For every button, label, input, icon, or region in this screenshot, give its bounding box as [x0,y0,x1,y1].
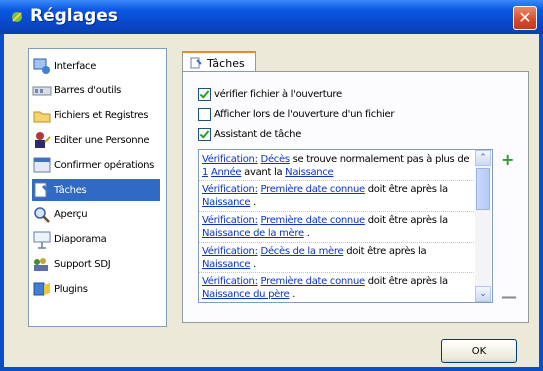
ok-button[interactable]: OK [441,339,517,363]
sidebar-item-taches[interactable]: Tâches [32,179,160,201]
tab-taches[interactable]: Tâches [182,51,256,73]
rule-text: . [250,259,256,270]
support-icon [32,254,52,274]
sidebar-item-diaporama[interactable]: Diaporama [32,229,160,251]
rule-kind-link[interactable]: Vérification: [202,215,258,226]
remove-rule-button[interactable]: — [501,287,517,306]
sidebar-item-label: Diaporama [54,234,107,246]
rule-param-link[interactable]: Année [211,167,242,178]
rule-param-link[interactable]: Décès [261,154,291,165]
rule-param-link[interactable]: Naissance [202,197,251,208]
sidebar-item-label: Editer une Personne [54,134,150,146]
leaf-icon [12,12,22,22]
rule-divider [199,211,474,212]
window-title: Réglages [30,6,118,26]
rule-param-link[interactable]: Première date connue [261,276,366,287]
rule-item[interactable]: Vérification: Première date connue doit … [202,214,472,240]
rule-text: doit être après la [364,215,448,226]
rule-param-link[interactable]: Décès de la mère [261,246,344,257]
plugins-icon [32,279,52,299]
scroll-up-button[interactable]: ⌃ [475,150,491,166]
rule-param-link[interactable]: Première date connue [261,184,366,195]
rule-item[interactable]: Vérification: Décès se trouve normalemen… [202,153,472,179]
rule-kind-link[interactable]: Vérification: [202,184,258,195]
rule-divider [199,242,474,243]
option-label: vérifier fichier à l'ouverture [214,88,342,100]
option-checkbox[interactable] [198,87,211,101]
close-button[interactable]: ✕ [513,6,537,30]
sidebar-item-label: Confirmer opérations [54,159,155,171]
option-row[interactable]: vérifier fichier à l'ouverture [198,86,342,102]
rule-text: avant la [241,167,286,178]
sidebar-item-interface[interactable]: Interface [32,55,160,77]
sidebar-item-label: Support SDJ [54,258,111,270]
sidebar-item-editer-une-personne[interactable]: Editer une Personne [32,129,160,151]
option-checkbox[interactable] [198,107,211,121]
rule-text: doit être après la [364,276,448,287]
person-icon [32,130,52,150]
folder-icon [32,106,52,126]
rule-divider [199,180,474,181]
option-label: Assistant de tâche [214,128,302,140]
sidebar-item-label: Interface [54,60,97,72]
sidebar-item-label: Plugins [54,283,88,295]
rule-text: . [250,197,256,208]
sidebar-item-confirmer-operations[interactable]: Confirmer opérations [32,154,160,176]
preview-icon [32,205,52,225]
rules-list[interactable]: Vérification: Décès se trouve normalemen… [198,149,493,303]
rule-item[interactable]: Vérification: Première date connue doit … [202,275,472,301]
sidebar-item-barres-d-outils[interactable]: Barres d'outils [32,80,160,102]
sidebar-item-label: Fichiers et Registres [54,110,149,122]
option-row[interactable]: Assistant de tâche [198,126,301,142]
title-bar[interactable]: Réglages ✕ [0,0,543,34]
rule-text: . [289,289,296,300]
sidebar-item-label: Aperçu [54,209,88,221]
sidebar-item-label: Tâches [54,184,87,196]
option-row[interactable]: Afficher lors de l'ouverture d'un fichie… [198,106,394,122]
rule-item[interactable]: Vérification: Première date connue doit … [202,183,472,209]
slideshow-icon [32,230,52,250]
sidebar-item-label: Barres d'outils [54,85,122,97]
rule-text: . [303,228,310,239]
rule-text: se trouve normalement pas à plus de [289,154,470,165]
rule-param-link[interactable]: Première date connue [261,215,366,226]
rule-text: doit être après la [343,246,427,257]
toolbar-icon [32,81,52,101]
vertical-scrollbar[interactable]: ⌃ ⌄ [475,150,491,302]
rule-divider [199,272,474,273]
rule-item[interactable]: Vérification: Décès de la mère doit être… [202,245,472,271]
add-rule-button[interactable]: + [501,150,514,169]
rule-text: doit être après la [364,184,448,195]
option-label: Afficher lors de l'ouverture d'un fichie… [214,108,395,120]
rule-kind-link[interactable]: Vérification: [202,154,258,165]
tasks-icon [190,57,202,69]
option-checkbox[interactable] [198,127,211,141]
confirm-icon [32,155,52,175]
tab-label: Tâches [207,56,245,70]
sidebar-item-plugins[interactable]: Plugins [32,278,160,300]
rule-kind-link[interactable]: Vérification: [202,276,258,287]
rule-param-link[interactable]: Naissance [285,167,334,178]
scroll-thumb[interactable] [476,168,490,210]
rule-param-link[interactable]: Naissance du père [202,289,290,300]
sidebar-item-fichiers-et-registres[interactable]: Fichiers et Registres [32,105,160,127]
sidebar-item-support-sdj[interactable]: Support SDJ [32,253,160,275]
rule-param-link[interactable]: Naissance de la mère [202,228,304,239]
rule-kind-link[interactable]: Vérification: [202,246,258,257]
tasks-icon [32,180,52,200]
scroll-down-button[interactable]: ⌄ [475,286,491,302]
rule-param-link[interactable]: Naissance [202,259,251,270]
interface-icon [32,56,52,76]
sidebar-item-apercu[interactable]: Aperçu [32,204,160,226]
